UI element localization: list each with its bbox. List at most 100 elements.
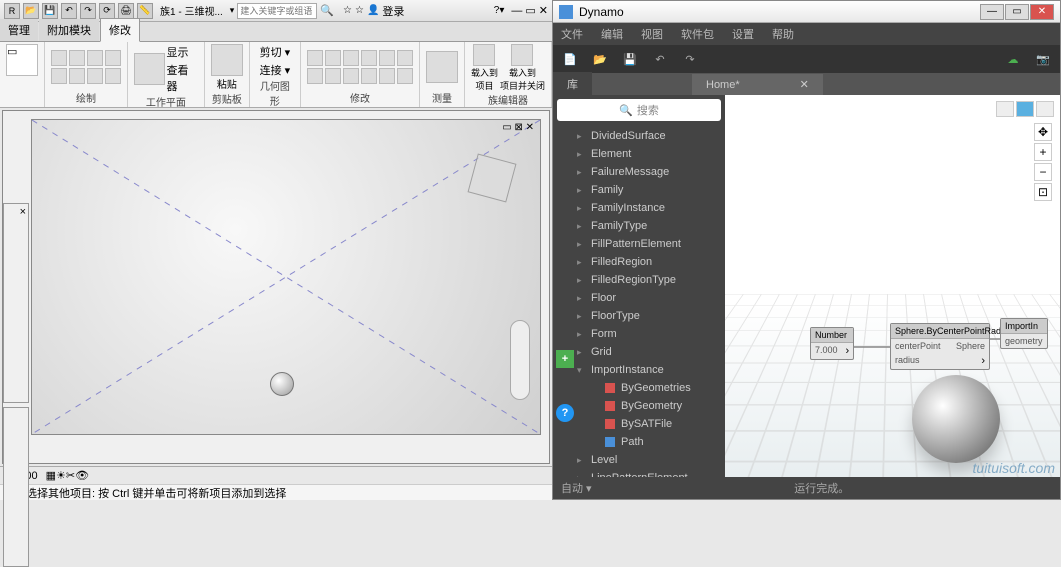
trim-icon[interactable] bbox=[361, 50, 377, 66]
polygon-icon[interactable] bbox=[51, 68, 67, 84]
minimize-button[interactable]: — bbox=[980, 4, 1004, 20]
menu-help[interactable]: 帮助 bbox=[772, 26, 794, 42]
tree-item-level[interactable]: ▸Level bbox=[553, 451, 725, 469]
tree-item-family[interactable]: ▸Family bbox=[553, 181, 725, 199]
undo-icon[interactable]: ↶ bbox=[651, 50, 669, 68]
search-btn[interactable]: 🔍 bbox=[320, 4, 334, 17]
split-icon[interactable] bbox=[379, 50, 395, 66]
cut-btn[interactable]: 剪切 ▾ bbox=[260, 44, 291, 60]
open-icon[interactable]: 📂 bbox=[591, 50, 609, 68]
dynamo-canvas[interactable]: ✥ + − ⊡ Number 7.000› Sphere.ByCenterPoi… bbox=[725, 95, 1060, 477]
add-button[interactable]: + bbox=[556, 350, 574, 368]
tree-item-bygeometry[interactable]: ByGeometry bbox=[553, 397, 725, 415]
3d-canvas[interactable]: ▭ ⊠ ✕ bbox=[31, 119, 541, 435]
login-link[interactable]: 登录 bbox=[382, 3, 404, 19]
offset-icon[interactable] bbox=[325, 50, 341, 66]
delete-icon[interactable] bbox=[397, 68, 413, 84]
tree-item-linepatternelement[interactable]: ▸LinePatternElement bbox=[553, 469, 725, 477]
app-menu[interactable]: R bbox=[4, 3, 20, 19]
sun-path-icon[interactable]: ✂ bbox=[66, 469, 75, 482]
maximize-button[interactable]: ▭ bbox=[1005, 4, 1029, 20]
tree-item-familytype[interactable]: ▸FamilyType bbox=[553, 217, 725, 235]
redo-icon[interactable]: ↷ bbox=[80, 3, 96, 19]
measure-icon[interactable]: 📏 bbox=[137, 3, 153, 19]
mirror-icon[interactable] bbox=[343, 50, 359, 66]
restore-icon[interactable]: ▭ bbox=[525, 4, 535, 17]
measure-icon2[interactable] bbox=[426, 51, 458, 83]
library-tree[interactable]: ▸DividedSurface▸Element▸FailureMessage▸F… bbox=[553, 125, 725, 477]
cloud-icon[interactable]: ☁ bbox=[1004, 50, 1022, 68]
open-icon[interactable]: 📂 bbox=[23, 3, 39, 19]
pin-icon[interactable] bbox=[379, 68, 395, 84]
tree-item-form[interactable]: ▸Form bbox=[553, 325, 725, 343]
graph-view-icon[interactable] bbox=[996, 101, 1014, 117]
tab-library[interactable]: 库 bbox=[553, 72, 592, 96]
node-sphere[interactable]: Sphere.ByCenterPointRadius centerPointSp… bbox=[890, 323, 990, 370]
tree-item-dividedsurface[interactable]: ▸DividedSurface bbox=[553, 127, 725, 145]
tree-item-fillpatternelement[interactable]: ▸FillPatternElement bbox=[553, 235, 725, 253]
tree-item-filledregion[interactable]: ▸FilledRegion bbox=[553, 253, 725, 271]
both-view-icon[interactable] bbox=[1036, 101, 1054, 117]
line-icon[interactable] bbox=[51, 50, 67, 66]
tree-item-path[interactable]: Path bbox=[553, 433, 725, 451]
visual-style-icon[interactable]: ☀ bbox=[56, 469, 66, 482]
help-search[interactable] bbox=[237, 3, 317, 19]
sphere-geometry[interactable] bbox=[270, 372, 294, 396]
zoom-out-button[interactable]: − bbox=[1034, 163, 1052, 181]
star1[interactable]: ☆ bbox=[343, 5, 352, 16]
tab-manage[interactable]: 管理 bbox=[0, 19, 38, 41]
view-controls[interactable]: ▭ ⊠ ✕ bbox=[502, 122, 534, 133]
tab-home[interactable]: Home*✕ bbox=[692, 74, 823, 95]
tab-modify[interactable]: 修改 bbox=[100, 18, 140, 42]
align-icon[interactable] bbox=[307, 50, 323, 66]
tree-item-filledregiontype[interactable]: ▸FilledRegionType bbox=[553, 271, 725, 289]
redo-icon[interactable]: ↷ bbox=[681, 50, 699, 68]
array-icon[interactable] bbox=[397, 50, 413, 66]
load-project-icon[interactable] bbox=[473, 44, 495, 66]
print-icon[interactable]: 🖨 bbox=[118, 3, 134, 19]
pan-icon[interactable]: ✥ bbox=[1034, 123, 1052, 141]
node-import[interactable]: ImportIn geometry bbox=[1000, 318, 1048, 349]
circle-icon[interactable] bbox=[87, 50, 103, 66]
tree-item-bysatfile[interactable]: BySATFile bbox=[553, 415, 725, 433]
tree-item-failuremessage[interactable]: ▸FailureMessage bbox=[553, 163, 725, 181]
menu-settings[interactable]: 设置 bbox=[732, 26, 754, 42]
arc-icon[interactable] bbox=[105, 50, 121, 66]
menu-view[interactable]: 视图 bbox=[641, 26, 663, 42]
close-icon[interactable]: ✕ bbox=[539, 4, 548, 17]
join-btn[interactable]: 连接 ▾ bbox=[260, 62, 291, 78]
viewport[interactable]: × ▭ ⊠ ✕ bbox=[2, 110, 550, 464]
help-button[interactable]: ? bbox=[556, 404, 574, 422]
preview-sphere[interactable] bbox=[912, 375, 1000, 463]
move-icon[interactable] bbox=[307, 68, 323, 84]
load-close-icon[interactable] bbox=[511, 44, 533, 66]
tree-item-element[interactable]: ▸Element bbox=[553, 145, 725, 163]
properties-panel[interactable]: × bbox=[3, 203, 29, 403]
zoom-fit-button[interactable]: ⊡ bbox=[1034, 183, 1052, 201]
project-browser[interactable] bbox=[3, 407, 29, 567]
copy-icon[interactable] bbox=[325, 68, 341, 84]
viewer-btn[interactable]: 查看器 bbox=[167, 62, 198, 94]
menu-edit[interactable]: 编辑 bbox=[601, 26, 623, 42]
user-icon[interactable]: 👤 bbox=[367, 5, 379, 16]
tree-item-grid[interactable]: ▸Grid bbox=[553, 343, 725, 361]
tree-item-importinstance[interactable]: ▾ImportInstance bbox=[553, 361, 725, 379]
sync-icon[interactable]: ⟳ bbox=[99, 3, 115, 19]
minimize-icon[interactable]: — bbox=[511, 5, 522, 17]
save-icon[interactable]: 💾 bbox=[42, 3, 58, 19]
nav-bar[interactable] bbox=[510, 320, 530, 400]
tree-item-familyinstance[interactable]: ▸FamilyInstance bbox=[553, 199, 725, 217]
rect-icon[interactable] bbox=[69, 50, 85, 66]
menu-file[interactable]: 文件 bbox=[561, 26, 583, 42]
dynamo-titlebar[interactable]: Dynamo — ▭ ✕ bbox=[553, 1, 1060, 23]
close-button[interactable]: ✕ bbox=[1030, 4, 1054, 20]
help-icon[interactable]: ?▾ bbox=[494, 5, 505, 16]
ellipse-icon[interactable] bbox=[87, 68, 103, 84]
node-number[interactable]: Number 7.000› bbox=[810, 327, 854, 360]
new-icon[interactable]: 📄 bbox=[561, 50, 579, 68]
scale-icon[interactable] bbox=[361, 68, 377, 84]
star2[interactable]: ☆ bbox=[355, 5, 364, 16]
spline-icon[interactable] bbox=[69, 68, 85, 84]
pick-icon[interactable] bbox=[105, 68, 121, 84]
library-search[interactable]: 🔍 搜索 bbox=[557, 99, 721, 121]
